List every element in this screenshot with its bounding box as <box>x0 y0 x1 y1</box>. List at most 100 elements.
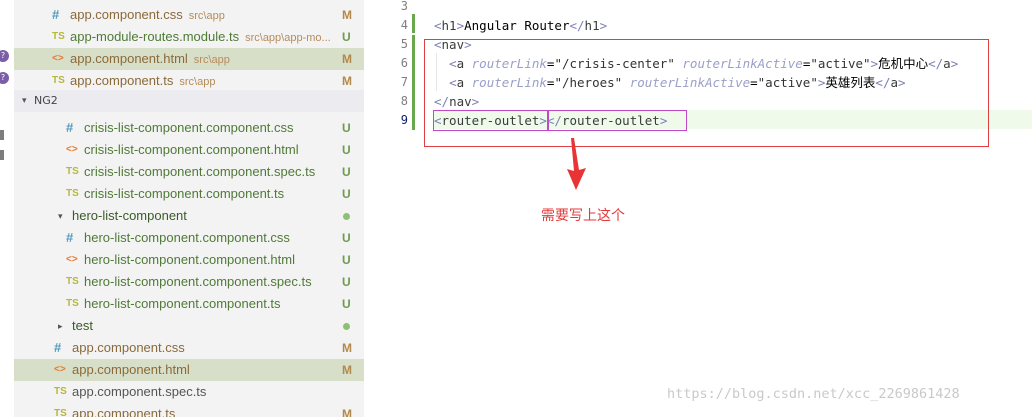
activity-marker <box>0 130 4 140</box>
file-name: app.component.css <box>72 340 185 355</box>
file-name: app-module-routes.module.ts <box>70 29 240 44</box>
git-status-badge: U <box>342 30 351 44</box>
file-item[interactable]: TS hero-list-component.component.ts U <box>14 293 364 315</box>
file-label: crisis-list-component.component.spec.ts <box>84 161 315 183</box>
file-item[interactable]: # crisis-list-component.component.css U <box>14 117 364 139</box>
file-item[interactable]: TS crisis-list-component.component.spec.t… <box>14 161 364 183</box>
code-line[interactable]: <h1>Angular Router</h1> <box>434 16 607 35</box>
annotation-note: 需要写上这个 <box>541 208 625 224</box>
code-editor[interactable]: 需要写上这个 https://blog.csdn.net/xcc_2269861… <box>364 0 1032 417</box>
file-label: crisis-list-component.component.html <box>84 139 299 161</box>
css-file-icon: # <box>66 230 74 245</box>
code-line[interactable]: </nav> <box>434 92 479 111</box>
line-number: 7 <box>400 75 408 89</box>
file-name: hero-list-component.component.html <box>84 252 295 267</box>
file-name: hero-list-component.component.css <box>84 230 290 245</box>
css-file-icon: # <box>52 7 60 22</box>
line-number: 9 <box>400 113 408 127</box>
badge-icon[interactable]: ? <box>0 72 9 84</box>
file-name: crisis-list-component.component.css <box>84 120 294 135</box>
file-name: app.component.html <box>72 362 190 377</box>
git-status-badge: M <box>342 52 352 66</box>
explorer-sidebar: ▾ NG2 # app.component.css src\app M TS app-mo… <box>14 0 364 417</box>
git-status-badge: U <box>342 231 351 245</box>
file-item[interactable]: TS app.component.ts src\app M <box>14 70 364 92</box>
ts-file-icon: TS <box>52 75 65 86</box>
file-name: app.component.spec.ts <box>72 384 207 399</box>
git-added-marker <box>412 14 415 33</box>
file-item[interactable]: <> crisis-list-component.component.html U <box>14 139 364 161</box>
file-item[interactable]: # app.component.css M <box>14 337 364 359</box>
file-label: hero-list-component.component.spec.ts <box>84 271 312 293</box>
arrow-down-icon <box>567 138 586 190</box>
git-status-badge: M <box>342 363 352 377</box>
file-label: hero-list-component.component.css <box>84 227 290 249</box>
untracked-dot-icon <box>343 323 350 330</box>
activity-bar: ? ? <box>0 0 14 417</box>
code-line[interactable]: <a routerLink="/crisis-center" routerLin… <box>434 54 958 73</box>
git-status-badge: M <box>342 8 352 22</box>
ts-file-icon: TS <box>66 166 79 177</box>
file-name: crisis-list-component.component.html <box>84 142 299 157</box>
file-item[interactable]: <> app.component.html M <box>14 359 364 381</box>
file-item[interactable]: <> app.component.html src\app M <box>14 48 364 70</box>
file-path: src\app <box>193 54 230 66</box>
line-number: 4 <box>400 18 408 32</box>
chevron-down-icon[interactable]: ▾ <box>58 205 63 227</box>
css-file-icon: # <box>54 340 62 355</box>
file-label: app.component.ts src\app <box>70 70 215 93</box>
file-label: app.component.html <box>72 359 190 381</box>
code-line[interactable]: <nav> <box>434 35 472 54</box>
file-label: crisis-list-component.component.css <box>84 117 294 139</box>
folder-item[interactable]: ▾ hero-list-component <box>14 205 364 227</box>
git-status-badge: U <box>342 187 351 201</box>
file-name: app.component.css <box>70 7 183 22</box>
ts-file-icon: TS <box>66 188 79 199</box>
chevron-right-icon[interactable]: ▸ <box>58 315 63 337</box>
file-item[interactable]: TS hero-list-component.component.spec.ts U <box>14 271 364 293</box>
file-name: app.component.html <box>70 51 188 66</box>
folder-item[interactable]: ▸ test <box>14 315 364 337</box>
git-status-badge: M <box>342 74 352 88</box>
file-item[interactable]: # app.component.css src\app M <box>14 4 364 26</box>
git-status-badge: U <box>342 275 351 289</box>
file-name: hero-list-component.component.spec.ts <box>84 274 312 289</box>
ts-file-icon: TS <box>66 276 79 287</box>
file-label: hero-list-component.component.ts <box>84 293 281 315</box>
file-item[interactable]: TS app.component.spec.ts <box>14 381 364 403</box>
section-header-ng2[interactable]: ▾ NG2 <box>14 90 364 112</box>
line-number: 5 <box>400 37 408 51</box>
file-path: src\app\app-mo... <box>245 32 331 44</box>
file-path: src\app <box>179 76 216 88</box>
file-item[interactable]: TS app-module-routes.module.ts src\app\app… <box>14 26 364 48</box>
ts-file-icon: TS <box>52 31 65 42</box>
git-status-badge: U <box>342 165 351 179</box>
git-status-badge: U <box>342 143 351 157</box>
file-label: app.component.css <box>72 337 185 359</box>
untracked-dot-icon <box>343 213 350 220</box>
file-label: app-module-routes.module.ts src\app\app-m… <box>70 26 331 49</box>
ts-file-icon: TS <box>54 386 67 397</box>
file-name: app.component.ts <box>70 73 174 88</box>
git-status-badge: U <box>342 253 351 267</box>
css-file-icon: # <box>66 120 74 135</box>
chevron-down-icon: ▾ <box>22 96 27 106</box>
html-file-icon: <> <box>66 144 78 155</box>
git-status-badge: M <box>342 341 352 355</box>
file-name: crisis-list-component.component.spec.ts <box>84 164 316 179</box>
code-line[interactable]: <router-outlet></router-outlet> <box>434 111 667 130</box>
badge-icon[interactable]: ? <box>0 50 9 62</box>
file-item[interactable]: # hero-list-component.component.css U <box>14 227 364 249</box>
file-name: hero-list-component.component.ts <box>84 296 281 311</box>
file-name: crisis-list-component.component.ts <box>84 186 285 201</box>
code-line[interactable]: <a routerLink="/heroes" routerLinkActive… <box>434 73 905 92</box>
file-item[interactable]: TS app.component.ts M <box>14 403 364 417</box>
git-status-badge: M <box>342 407 352 417</box>
ts-file-icon: TS <box>66 298 79 309</box>
git-status-badge: U <box>342 297 351 311</box>
html-file-icon: <> <box>52 53 64 64</box>
file-item[interactable]: TS crisis-list-component.component.ts U <box>14 183 364 205</box>
file-item[interactable]: <> hero-list-component.component.html U <box>14 249 364 271</box>
file-name: app.component.ts <box>72 406 176 417</box>
file-label: app.component.ts <box>72 403 175 417</box>
